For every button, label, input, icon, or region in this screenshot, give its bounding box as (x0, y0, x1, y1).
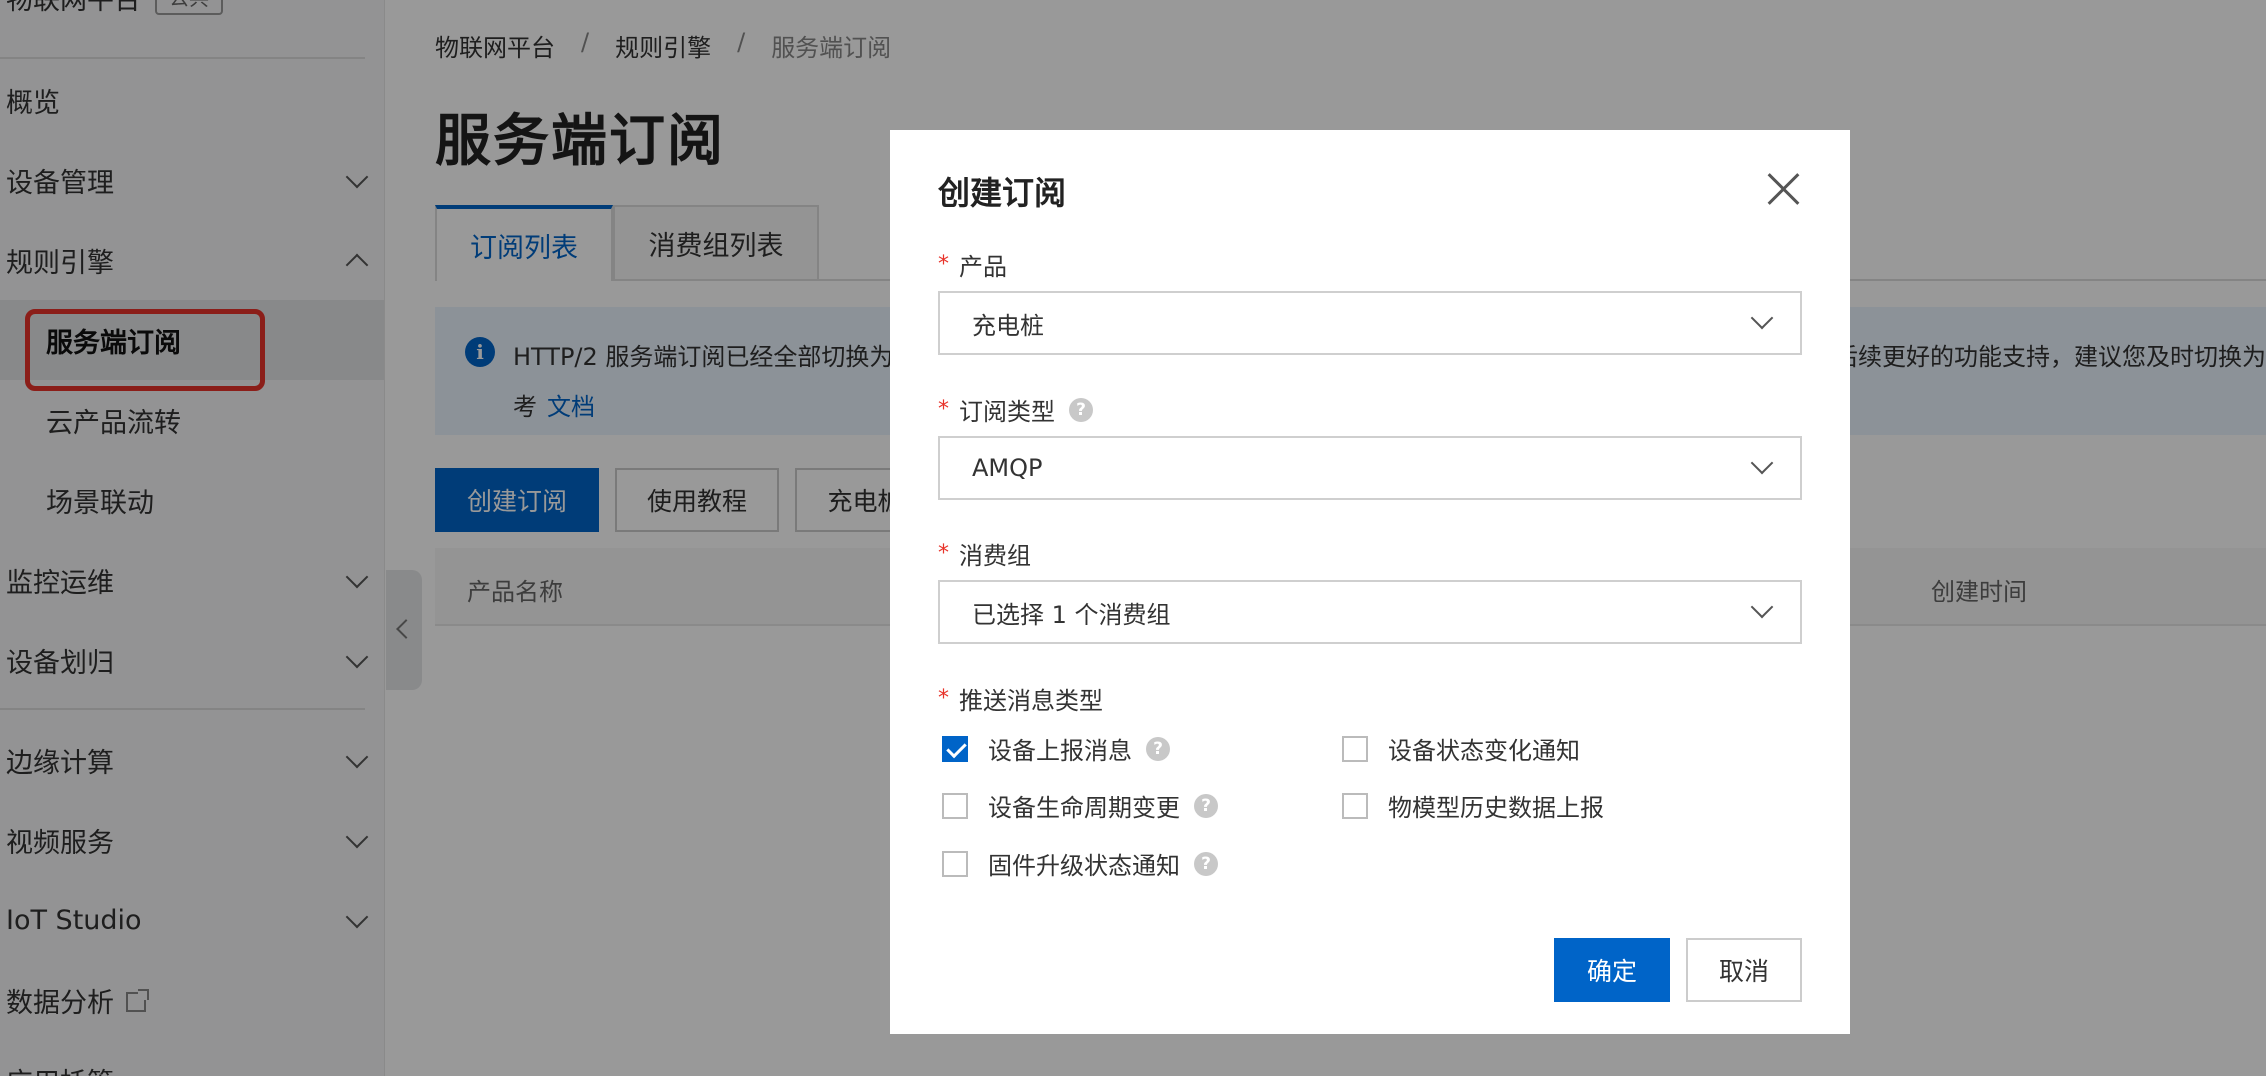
help-icon[interactable]: ? (1194, 793, 1218, 818)
help-icon[interactable]: ? (1069, 397, 1093, 422)
checkbox-firmware-upgrade[interactable]: 固件升级状态通知 ? (942, 846, 1218, 881)
select-value: 已选择 1 个消费组 (972, 600, 1171, 629)
field-label-text: 消费组 (959, 542, 1031, 570)
push-message-type-label: * 推送消息类型 (938, 681, 1103, 716)
chevron-down-icon (1750, 306, 1774, 330)
select-value: 充电桩 (972, 311, 1044, 340)
help-icon[interactable]: ? (1194, 851, 1218, 876)
checkbox-label: 设备上报消息 (988, 737, 1132, 765)
checkbox[interactable] (942, 850, 968, 877)
chevron-down-icon (1750, 595, 1774, 619)
select-value: AMQP (972, 454, 1043, 482)
required-mark: * (938, 686, 949, 711)
checkbox-label: 物模型历史数据上报 (1388, 794, 1604, 822)
checkbox-label: 设备生命周期变更 (988, 794, 1180, 822)
consumer-group-select[interactable]: 已选择 1 个消费组 (938, 580, 1802, 644)
checkbox-checked[interactable] (942, 735, 968, 762)
create-subscription-dialog: 创建订阅 * 产品 充电桩 * 订阅类型 ? AMQP * 消费组 已选择 1 … (890, 130, 1850, 1034)
help-icon[interactable]: ? (1146, 736, 1170, 761)
chevron-down-icon (1750, 451, 1774, 475)
checkbox-tsl-history[interactable]: 物模型历史数据上报 (1342, 788, 1604, 823)
dialog-title: 创建订阅 (938, 174, 1067, 212)
field-label-text: 订阅类型 (959, 398, 1055, 426)
checkbox-label: 固件升级状态通知 (988, 852, 1180, 880)
subscription-type-label: * 订阅类型 ? (938, 392, 1093, 427)
field-label-text: 产品 (959, 253, 1007, 281)
product-select[interactable]: 充电桩 (938, 291, 1802, 355)
field-label-text: 推送消息类型 (959, 687, 1103, 715)
checkbox[interactable] (1342, 792, 1368, 819)
close-icon[interactable] (1766, 170, 1802, 206)
checkbox-label: 设备状态变化通知 (1388, 737, 1580, 765)
cancel-button[interactable]: 取消 (1686, 938, 1802, 1002)
required-mark: * (938, 252, 949, 277)
product-label: * 产品 (938, 247, 1007, 282)
confirm-button[interactable]: 确定 (1554, 938, 1670, 1002)
checkbox-device-lifecycle[interactable]: 设备生命周期变更 ? (942, 788, 1218, 823)
checkbox[interactable] (942, 792, 968, 819)
required-mark: * (938, 541, 949, 566)
checkbox-device-status[interactable]: 设备状态变化通知 (1342, 731, 1580, 766)
subscription-type-select[interactable]: AMQP (938, 436, 1802, 500)
required-mark: * (938, 397, 949, 422)
consumer-group-label: * 消费组 (938, 536, 1031, 571)
checkbox[interactable] (1342, 735, 1368, 762)
checkbox-device-report[interactable]: 设备上报消息 ? (942, 731, 1170, 766)
